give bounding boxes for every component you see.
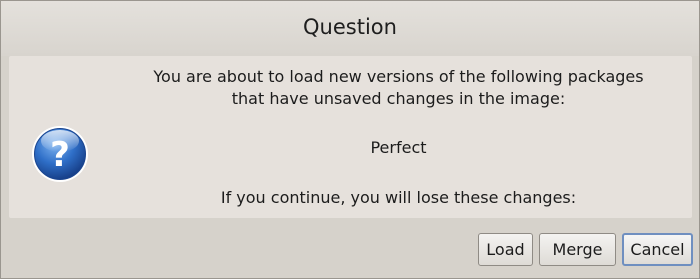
merge-button[interactable]: Merge: [539, 233, 616, 266]
question-dialog: Question ? You are about to load new ver…: [0, 0, 700, 279]
load-button[interactable]: Load: [478, 233, 533, 266]
package-name: Perfect: [370, 138, 427, 157]
dialog-title: Question: [303, 14, 397, 39]
message-line-2: that have unsaved changes in the image:: [231, 89, 566, 108]
message-line-1: You are about to load new versions of th…: [153, 67, 644, 86]
question-icon: ?: [32, 126, 88, 182]
cancel-button[interactable]: Cancel: [622, 233, 693, 266]
message-panel: ? You are about to load new versions of …: [9, 56, 692, 218]
svg-text:?: ?: [50, 135, 70, 175]
button-row: Load Merge Cancel: [478, 233, 693, 266]
warning-text: If you continue, you will lose these cha…: [220, 188, 577, 207]
dialog-titlebar[interactable]: Question: [1, 1, 699, 56]
